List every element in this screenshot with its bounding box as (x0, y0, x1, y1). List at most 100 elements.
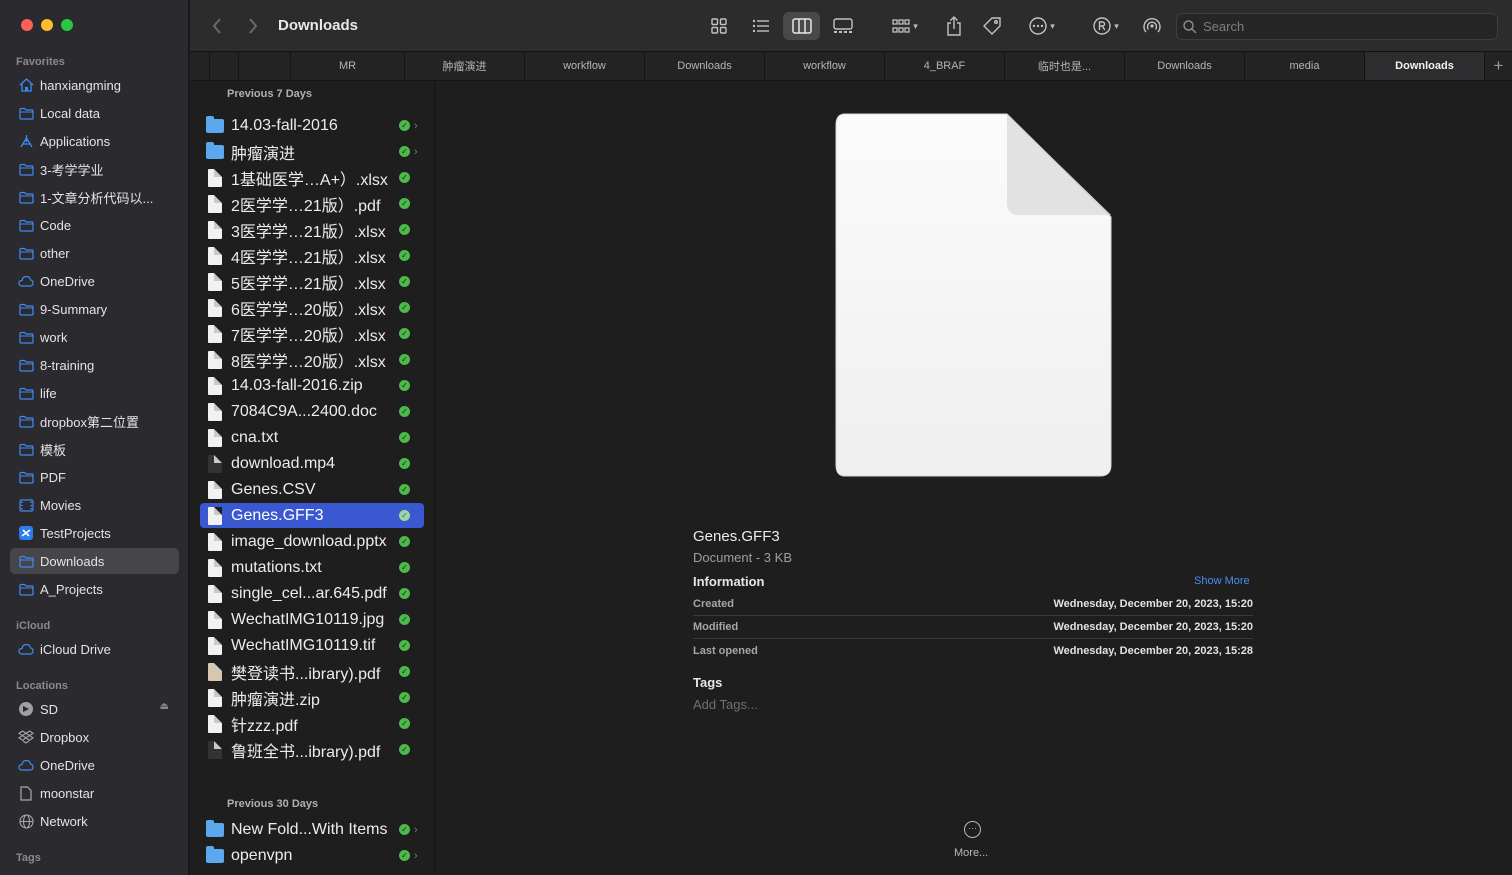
gallery-view-button[interactable] (827, 12, 859, 40)
column-view-button[interactable] (783, 12, 820, 40)
file-row[interactable]: 4医学学…21版）.xlsx ✓ (200, 243, 424, 268)
sidebar-item-downloads[interactable]: Downloads (10, 548, 179, 574)
sidebar-item-code[interactable]: Code (10, 212, 179, 238)
file-row[interactable]: 14.03-fall-2016.zip ✓ (200, 373, 424, 398)
zoom-window-button[interactable] (61, 19, 73, 31)
back-button[interactable] (205, 14, 229, 38)
file-name: 3医学学…21版）.xlsx (231, 223, 386, 241)
columns-icon (791, 18, 812, 34)
tab-blank-8[interactable]: 临时也是... (1004, 52, 1124, 80)
sidebar-item-testprojects[interactable]: TestProjects (10, 520, 179, 546)
sidebar-item-item[interactable]: 模板 (10, 436, 179, 462)
more-icon[interactable]: ··· (964, 821, 981, 838)
sidebar-item-applications[interactable]: Applications (10, 128, 179, 154)
file-row[interactable]: New Fold...With Items ✓ › (200, 817, 424, 842)
extension-button[interactable]: ▾ (1086, 12, 1126, 40)
sidebar-item-hanxiangming[interactable]: hanxiangming (10, 72, 179, 98)
sidebar-item-work[interactable]: work (10, 324, 179, 350)
search-input[interactable] (1203, 19, 1483, 34)
sidebar-item-icloud-drive[interactable]: iCloud Drive (10, 636, 179, 662)
forward-button[interactable] (241, 14, 265, 38)
sidebar-item-dropbox[interactable]: Dropbox (10, 724, 179, 750)
file-row[interactable]: WechatIMG10119.tif ✓ (200, 633, 424, 658)
tab-downloads[interactable]: Downloads (644, 52, 764, 80)
xcode-icon (18, 525, 34, 541)
sidebar-item-network[interactable]: Network (10, 808, 179, 834)
sidebar-item-pdf[interactable]: PDF (10, 464, 179, 490)
sidebar-item-9-summary[interactable]: 9-Summary (10, 296, 179, 322)
file-row[interactable]: openvpn ✓ › (200, 843, 424, 868)
new-tab-button[interactable]: + (1484, 52, 1512, 80)
sidebar-item-life[interactable]: life (10, 380, 179, 406)
file-row[interactable]: 7医学学…20版）.xlsx ✓ (200, 321, 424, 346)
file-row[interactable]: mutations.txt ✓ (200, 555, 424, 580)
file-row[interactable]: 5医学学…21版）.xlsx ✓ (200, 269, 424, 294)
tab-blank-1[interactable] (238, 52, 290, 80)
list-view-button[interactable] (746, 12, 776, 40)
tab-media[interactable]: media (1244, 52, 1364, 80)
file-row[interactable]: 2医学学…21版）.pdf ✓ (200, 191, 424, 216)
file-row[interactable]: 6医学学…20版）.xlsx ✓ (200, 295, 424, 320)
sidebar-item-onedrive[interactable]: OneDrive (10, 752, 179, 778)
sidebar-item-8-training[interactable]: 8-training (10, 352, 179, 378)
eject-icon[interactable]: ⏏ (160, 701, 169, 712)
add-tags-field[interactable]: Add Tags... (693, 697, 758, 712)
file-row[interactable]: Genes.CSV ✓ (200, 477, 424, 502)
sidebar-item-moonstar[interactable]: moonstar (10, 780, 179, 806)
file-name: mutations.txt (231, 558, 322, 576)
folder-icon (206, 819, 224, 840)
file-row[interactable]: 肿瘤演进 ✓ › (200, 139, 424, 164)
file-row[interactable]: download.mp4 ✓ (200, 451, 424, 476)
sidebar-item-local-data[interactable]: Local data (10, 100, 179, 126)
tab-downloads[interactable]: Downloads (1364, 52, 1484, 80)
sidebar-item-sd[interactable]: SD ⏏ (10, 696, 179, 722)
tab-blank-3[interactable]: 肿瘤演进 (404, 52, 524, 80)
search-field[interactable] (1176, 13, 1498, 40)
tab-mr[interactable]: MR (290, 52, 404, 80)
file-row[interactable]: WechatIMG10119.jpg ✓ (200, 607, 424, 632)
tab-blank-0[interactable] (209, 52, 238, 80)
sidebar-item-label: Applications (40, 133, 111, 149)
close-window-button[interactable] (21, 19, 33, 31)
tab-workflow[interactable]: workflow (764, 52, 884, 80)
file-row[interactable]: Genes.GFF3 ✓ (200, 503, 424, 528)
sidebar-item-movies[interactable]: Movies (10, 492, 179, 518)
share-button[interactable] (940, 12, 968, 40)
sidebar-item-a-projects[interactable]: A_Projects (10, 576, 179, 602)
show-more-link[interactable]: Show More (1194, 575, 1250, 587)
tab-workflow[interactable]: workflow (524, 52, 644, 80)
file-row[interactable]: 3医学学…21版）.xlsx ✓ (200, 217, 424, 242)
sidebar-item-dropbox[interactable]: dropbox第二位置 (10, 408, 179, 434)
file-row[interactable]: single_cel...ar.645.pdf ✓ (200, 581, 424, 606)
file-row[interactable]: 针zzz.pdf ✓ (200, 711, 424, 736)
sidebar-item-label: PDF (40, 469, 66, 485)
file-row[interactable]: cna.txt ✓ (200, 425, 424, 450)
sidebar-item-onedrive[interactable]: OneDrive (10, 268, 179, 294)
sidebar-item-label: 8-training (40, 357, 95, 373)
group-by-button[interactable]: ▾ (884, 12, 926, 40)
sidebar-item-3[interactable]: 3-考学学业 (10, 156, 179, 182)
info-key: Last opened (693, 644, 758, 657)
tags-button[interactable] (978, 12, 1006, 40)
file-name: 4医学学…21版）.xlsx (231, 249, 386, 267)
action-menu-button[interactable]: ▾ (1022, 12, 1062, 40)
file-row[interactable]: 8医学学…20版）.xlsx ✓ (200, 347, 424, 372)
folder-icon (18, 105, 34, 121)
more-button-label[interactable]: More... (954, 847, 988, 859)
file-row[interactable]: 樊登读书...ibrary).pdf ✓ (200, 659, 424, 684)
file-row[interactable]: 鲁班全书...ibrary).pdf ✓ (200, 737, 424, 762)
icon-view-button[interactable] (704, 12, 734, 40)
file-row[interactable]: image_download.pptx ✓ (200, 529, 424, 554)
sidebar-item-1[interactable]: 1-文章分析代码以... (10, 184, 179, 210)
file-row[interactable]: 7084C9A...2400.doc ✓ (200, 399, 424, 424)
folder-icon (18, 385, 34, 401)
airdrop-button[interactable] (1138, 12, 1166, 40)
file-row[interactable]: 1基础医学…A+）.xlsx ✓ (200, 165, 424, 190)
tab-downloads[interactable]: Downloads (1124, 52, 1244, 80)
minimize-window-button[interactable] (41, 19, 53, 31)
file-row[interactable]: 肿瘤演进.zip ✓ (200, 685, 424, 710)
sidebar-item-other[interactable]: other (10, 240, 179, 266)
file-row[interactable]: 14.03-fall-2016 ✓ › (200, 113, 424, 138)
tab-4-braf[interactable]: 4_BRAF (884, 52, 1004, 80)
tab-bar: MR 肿瘤演进 workflow Downloads workflow 4_BRAF 临时也… (190, 52, 1512, 81)
